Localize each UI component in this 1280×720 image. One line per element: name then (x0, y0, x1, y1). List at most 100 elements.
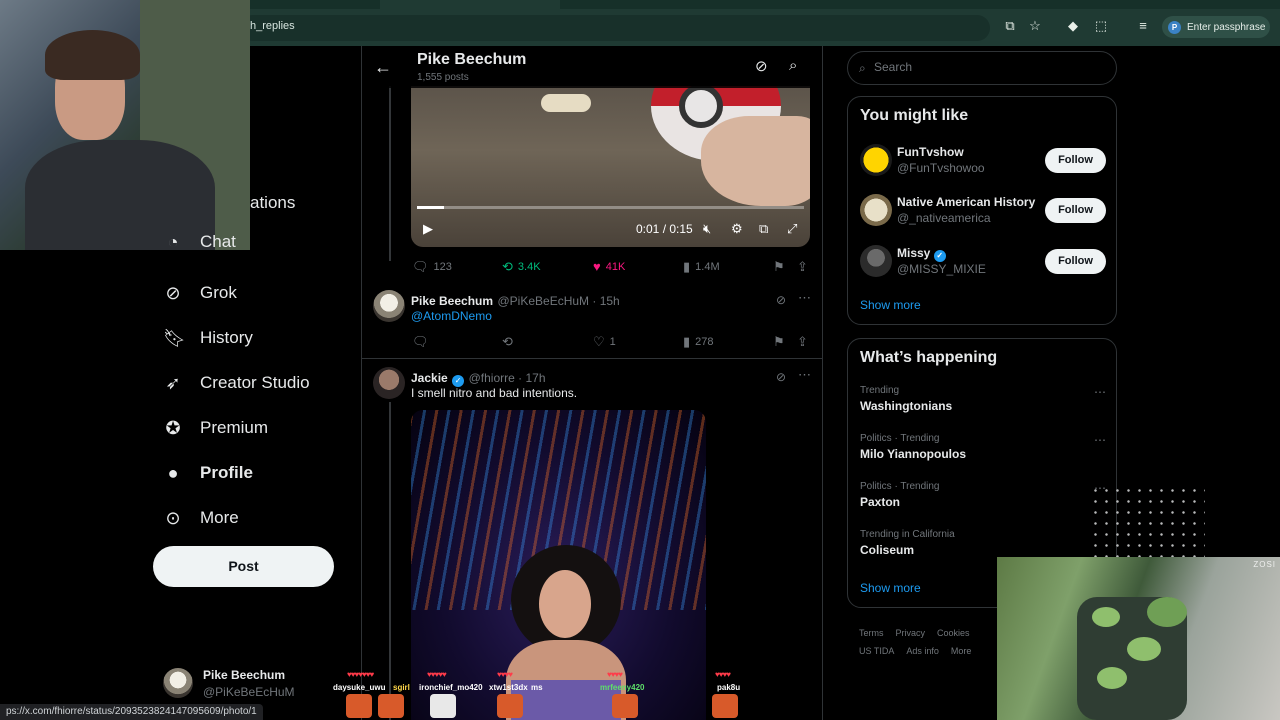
more-circle-icon: ⊙ (165, 508, 181, 528)
back-arrow-icon[interactable]: ← (374, 57, 392, 78)
show-more-link[interactable]: Show more (860, 298, 921, 312)
author-name[interactable]: Pike Beechum (411, 294, 493, 308)
bookmark-button[interactable]: ⚑ (773, 259, 785, 275)
nav-label: Chat (200, 233, 236, 251)
avatar[interactable] (860, 144, 892, 176)
share-icon: ⇪ (797, 334, 808, 349)
mute-icon[interactable]: 🔇︎ (703, 221, 711, 237)
footer-privacy-link[interactable]: Privacy (896, 628, 926, 638)
suggested-account[interactable]: FunTvshow @FunTvshowoo Follow (860, 143, 1106, 177)
post-photo[interactable] (411, 410, 706, 720)
account-name-row[interactable]: Missy ✓ (897, 246, 946, 262)
thread-line (389, 402, 391, 720)
nav-item-notifications-partial[interactable]: ations (250, 188, 295, 218)
account-handle[interactable]: @_nativeamerica (897, 211, 991, 225)
reply-button[interactable]: 🗨︎ (412, 334, 434, 350)
like-button[interactable]: ♡ 1 (593, 334, 616, 350)
video-player[interactable]: ▶ 0:01 / 0:15 🔇︎ ⚙ ⧉ ⤢ (411, 86, 810, 247)
video-post-actions: 🗨︎ 123 ⟲ 3.4K ♥ 41K ▮ 1.4M ⚑ ⇪ (412, 259, 812, 275)
account-handle[interactable]: @FunTvshowoo (897, 161, 985, 175)
follow-button[interactable]: Follow (1045, 148, 1106, 173)
footer-more-link[interactable]: More (951, 646, 972, 656)
settings-gear-icon[interactable]: ⚙ (731, 221, 743, 237)
account-name[interactable]: FunTvshow (897, 145, 964, 159)
footer-tos-link[interactable]: US TIDA (859, 646, 894, 656)
avatar[interactable] (373, 290, 405, 322)
grok-icon[interactable]: ⊘ (755, 57, 768, 75)
active-tab[interactable] (380, 0, 560, 9)
more-options-icon[interactable]: ⋯ (1094, 433, 1106, 447)
follow-button[interactable]: Follow (1045, 249, 1106, 274)
chat-username: pak8u (717, 683, 741, 692)
grok-icon[interactable]: ⊘ (776, 293, 786, 307)
share-button[interactable]: ⇪ (797, 334, 808, 350)
like-button[interactable]: ♥ 41K (593, 259, 625, 274)
account-avatar (163, 668, 193, 698)
repost-button[interactable]: ⟲ (502, 334, 518, 350)
search-box[interactable]: ⌕ (847, 51, 1117, 85)
follow-button[interactable]: Follow (1045, 198, 1106, 223)
picture-in-picture-icon[interactable]: ⧉ (759, 221, 768, 237)
suggested-account[interactable]: Native American History @_nativeamerica … (860, 193, 1106, 227)
account-switcher[interactable]: Pike Beechum @PiKeBeEcHuM (163, 668, 295, 699)
show-more-link[interactable]: Show more (860, 581, 921, 595)
extension-diamond-icon[interactable]: ◆ (1066, 19, 1080, 33)
nav-label: Creator Studio (200, 373, 310, 392)
timeline-header: ← Pike Beechum 1,555 posts ⊘ ⌕ (362, 46, 822, 88)
avatar[interactable] (860, 194, 892, 226)
bookmark-button[interactable]: ⚑ (773, 334, 785, 350)
panel-title: You might like (860, 107, 969, 124)
author-handle-time[interactable]: @fhiorre · 17h (469, 371, 546, 385)
fullscreen-icon[interactable]: ⤢ (787, 221, 797, 237)
trend-item[interactable]: Politics · Trending Milo Yiannopoulos ⋯ (860, 433, 1106, 461)
views-button[interactable]: ▮ 1.4M (683, 259, 720, 275)
repost-count: 3.4K (517, 261, 541, 273)
chat-avatar-sprite (712, 694, 738, 718)
grok-icon[interactable]: ⊘ (776, 370, 786, 384)
search-icon[interactable]: ⌕ (789, 57, 797, 74)
avatar[interactable] (860, 245, 892, 277)
repost-button[interactable]: ⟲ 3.4K (502, 259, 541, 275)
footer-ads-link[interactable]: Ads info (906, 646, 939, 656)
trend-item[interactable]: Trending in California Coliseum (860, 529, 1106, 557)
trend-item[interactable]: Trending Washingtonians ⋯ (860, 385, 1106, 413)
nav-item-grok[interactable]: ⊘ Grok (163, 278, 236, 308)
author-handle-time[interactable]: @PiKeBeEcHuM · 15h (498, 294, 620, 308)
views-button[interactable]: ▮ 278 (683, 334, 714, 350)
nav-item-chat-partial[interactable]: ◔ Chat (163, 233, 236, 251)
bookmark-star-icon[interactable]: ☆ (1028, 19, 1042, 33)
address-bar[interactable] (240, 15, 990, 41)
more-options-icon[interactable]: ⋯ (798, 367, 811, 383)
avatar[interactable] (373, 367, 405, 399)
suggested-account[interactable]: Missy ✓ @MISSY_MIXIE Follow (860, 244, 1106, 278)
trend-item[interactable]: Politics · Trending Paxton ⋯ (860, 481, 1106, 509)
play-icon[interactable]: ▶ (423, 221, 433, 237)
author-name[interactable]: Jackie (411, 371, 448, 385)
nav-item-profile[interactable]: ● Profile (163, 458, 253, 488)
post-button[interactable]: Post (153, 546, 334, 587)
more-options-icon[interactable]: ⋯ (798, 290, 811, 306)
grok-icon: ⊘ (165, 283, 181, 303)
account-name[interactable]: Native American History (897, 195, 1035, 209)
footer-terms-link[interactable]: Terms (859, 628, 884, 638)
address-bar-text[interactable]: h_replies (250, 20, 295, 32)
chat-avatar-sprite (612, 694, 638, 718)
nav-item-creator-studio[interactable]: ➶ Creator Studio (163, 368, 310, 398)
hearts-row: ♥♥♥♥♥ (427, 670, 447, 679)
media-control-icon[interactable]: ≡ (1136, 19, 1150, 33)
nav-item-more[interactable]: ⊙ More (163, 503, 238, 533)
reply-button[interactable]: 🗨︎ 123 (412, 259, 452, 275)
install-app-icon[interactable]: ⧉ (1003, 19, 1017, 33)
footer-cookies-link[interactable]: Cookies (937, 628, 970, 638)
nav-item-premium[interactable]: ✪ Premium (163, 413, 268, 443)
extensions-puzzle-icon[interactable]: ⬚ (1094, 19, 1108, 33)
video-frame-ball-button (679, 86, 723, 128)
account-handle[interactable]: @MISSY_MIXIE (897, 262, 986, 276)
browser-profile-button[interactable]: P Enter passphrase (1162, 16, 1270, 38)
more-options-icon[interactable]: ⋯ (1094, 385, 1106, 399)
share-button[interactable]: ⇪ (797, 259, 808, 275)
mention-link[interactable]: @AtomDNemo (411, 309, 492, 323)
search-input[interactable] (874, 60, 1104, 74)
video-progress-bar[interactable] (417, 206, 804, 209)
nav-item-history[interactable]: 🔖︎ History (163, 323, 253, 353)
